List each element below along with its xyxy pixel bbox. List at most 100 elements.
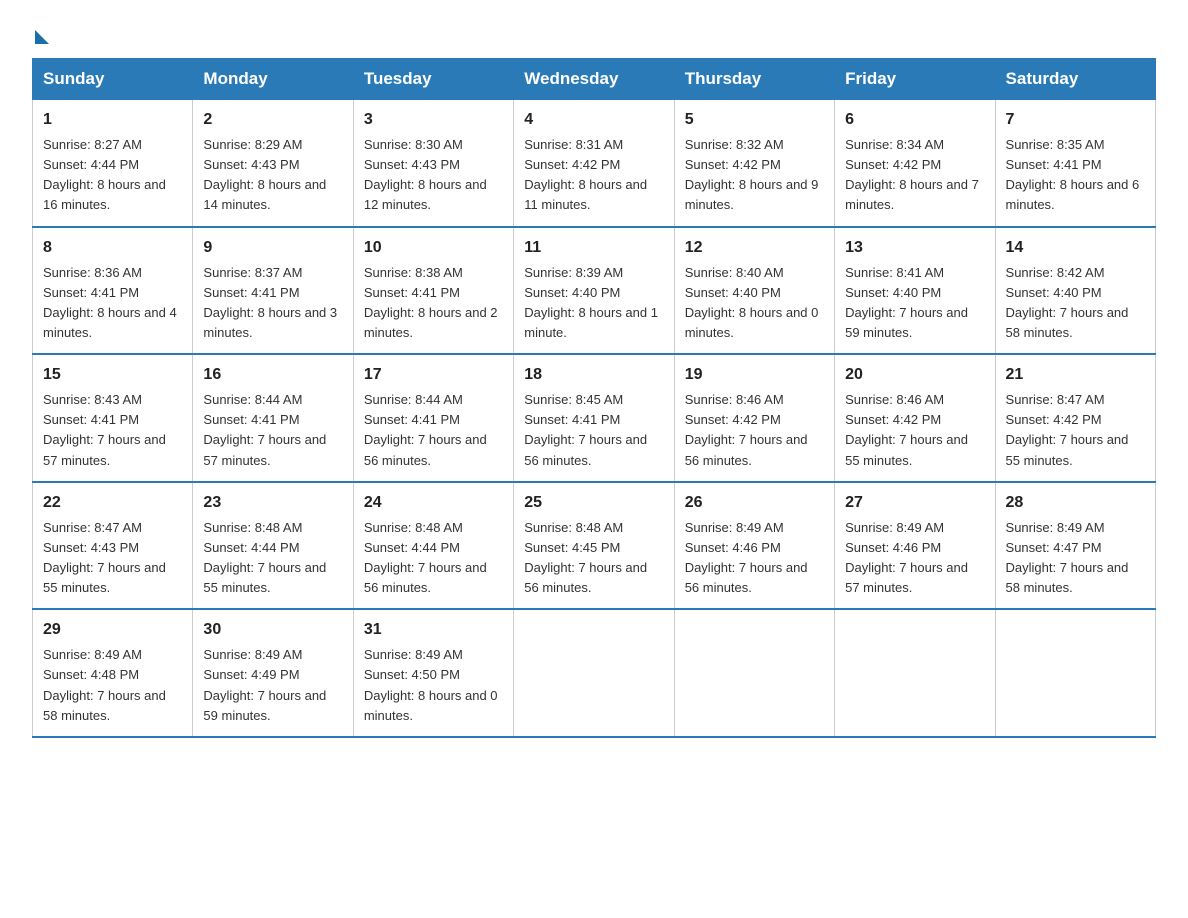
day-number: 9 — [203, 236, 342, 260]
calendar-cell — [674, 609, 834, 737]
day-info: Sunrise: 8:39 AMSunset: 4:40 PMDaylight:… — [524, 263, 663, 344]
day-number: 24 — [364, 491, 503, 515]
calendar-header-row: SundayMondayTuesdayWednesdayThursdayFrid… — [33, 59, 1156, 100]
day-info: Sunrise: 8:49 AMSunset: 4:46 PMDaylight:… — [685, 518, 824, 599]
calendar-header-saturday: Saturday — [995, 59, 1155, 100]
day-number: 15 — [43, 363, 182, 387]
calendar-cell: 5 Sunrise: 8:32 AMSunset: 4:42 PMDaylight… — [674, 100, 834, 227]
day-number: 28 — [1006, 491, 1145, 515]
calendar-cell: 16 Sunrise: 8:44 AMSunset: 4:41 PMDayligh… — [193, 354, 353, 482]
day-number: 7 — [1006, 108, 1145, 132]
calendar-cell: 2 Sunrise: 8:29 AMSunset: 4:43 PMDaylight… — [193, 100, 353, 227]
calendar-header-friday: Friday — [835, 59, 995, 100]
calendar-header-sunday: Sunday — [33, 59, 193, 100]
day-info: Sunrise: 8:47 AMSunset: 4:43 PMDaylight:… — [43, 518, 182, 599]
calendar-cell — [514, 609, 674, 737]
day-number: 25 — [524, 491, 663, 515]
calendar-cell: 10 Sunrise: 8:38 AMSunset: 4:41 PMDayligh… — [353, 227, 513, 355]
calendar-header-monday: Monday — [193, 59, 353, 100]
calendar-cell: 25 Sunrise: 8:48 AMSunset: 4:45 PMDayligh… — [514, 482, 674, 610]
day-number: 19 — [685, 363, 824, 387]
calendar-week-row: 1Sunrise: 8:27 AMSunset: 4:44 PMDaylight… — [33, 100, 1156, 227]
day-info: Sunrise: 8:49 AMSunset: 4:48 PMDaylight:… — [43, 645, 182, 726]
logo — [32, 24, 49, 40]
day-number: 27 — [845, 491, 984, 515]
day-info: Sunrise: 8:49 AMSunset: 4:46 PMDaylight:… — [845, 518, 984, 599]
calendar-cell: 9 Sunrise: 8:37 AMSunset: 4:41 PMDaylight… — [193, 227, 353, 355]
calendar-cell: 23 Sunrise: 8:48 AMSunset: 4:44 PMDayligh… — [193, 482, 353, 610]
day-number: 26 — [685, 491, 824, 515]
day-number: 23 — [203, 491, 342, 515]
day-info: Sunrise: 8:41 AMSunset: 4:40 PMDaylight:… — [845, 263, 984, 344]
calendar-cell: 24Sunrise: 8:48 AMSunset: 4:44 PMDayligh… — [353, 482, 513, 610]
day-info: Sunrise: 8:44 AMSunset: 4:41 PMDaylight:… — [203, 390, 342, 471]
calendar-header-wednesday: Wednesday — [514, 59, 674, 100]
day-number: 22 — [43, 491, 182, 515]
day-number: 11 — [524, 236, 663, 260]
day-info: Sunrise: 8:48 AMSunset: 4:44 PMDaylight:… — [203, 518, 342, 599]
day-info: Sunrise: 8:37 AMSunset: 4:41 PMDaylight:… — [203, 263, 342, 344]
calendar-week-row: 22 Sunrise: 8:47 AMSunset: 4:43 PMDayligh… — [33, 482, 1156, 610]
day-info: Sunrise: 8:35 AMSunset: 4:41 PMDaylight:… — [1006, 135, 1145, 216]
calendar-cell: 14 Sunrise: 8:42 AMSunset: 4:40 PMDayligh… — [995, 227, 1155, 355]
day-info: Sunrise: 8:30 AMSunset: 4:43 PMDaylight:… — [364, 135, 503, 216]
calendar-cell: 7 Sunrise: 8:35 AMSunset: 4:41 PMDaylight… — [995, 100, 1155, 227]
day-info: Sunrise: 8:48 AMSunset: 4:45 PMDaylight:… — [524, 518, 663, 599]
calendar-cell: 6Sunrise: 8:34 AMSunset: 4:42 PMDaylight… — [835, 100, 995, 227]
day-number: 5 — [685, 108, 824, 132]
calendar-cell: 20Sunrise: 8:46 AMSunset: 4:42 PMDayligh… — [835, 354, 995, 482]
calendar-cell: 22 Sunrise: 8:47 AMSunset: 4:43 PMDayligh… — [33, 482, 193, 610]
day-info: Sunrise: 8:29 AMSunset: 4:43 PMDaylight:… — [203, 135, 342, 216]
calendar-week-row: 15 Sunrise: 8:43 AMSunset: 4:41 PMDayligh… — [33, 354, 1156, 482]
day-info: Sunrise: 8:38 AMSunset: 4:41 PMDaylight:… — [364, 263, 503, 344]
day-number: 10 — [364, 236, 503, 260]
calendar-cell: 1Sunrise: 8:27 AMSunset: 4:44 PMDaylight… — [33, 100, 193, 227]
day-number: 29 — [43, 618, 182, 642]
calendar-cell: 29 Sunrise: 8:49 AMSunset: 4:48 PMDayligh… — [33, 609, 193, 737]
logo-top — [32, 24, 49, 44]
calendar-cell: 21 Sunrise: 8:47 AMSunset: 4:42 PMDayligh… — [995, 354, 1155, 482]
day-info: Sunrise: 8:43 AMSunset: 4:41 PMDaylight:… — [43, 390, 182, 471]
day-number: 21 — [1006, 363, 1145, 387]
day-number: 16 — [203, 363, 342, 387]
page-header — [32, 24, 1156, 40]
day-info: Sunrise: 8:44 AMSunset: 4:41 PMDaylight:… — [364, 390, 503, 471]
day-info: Sunrise: 8:45 AMSunset: 4:41 PMDaylight:… — [524, 390, 663, 471]
day-number: 17 — [364, 363, 503, 387]
day-number: 6 — [845, 108, 984, 132]
calendar-cell: 30Sunrise: 8:49 AMSunset: 4:49 PMDayligh… — [193, 609, 353, 737]
day-number: 31 — [364, 618, 503, 642]
day-number: 12 — [685, 236, 824, 260]
calendar-cell: 31Sunrise: 8:49 AMSunset: 4:50 PMDayligh… — [353, 609, 513, 737]
calendar-header-thursday: Thursday — [674, 59, 834, 100]
day-number: 13 — [845, 236, 984, 260]
day-number: 2 — [203, 108, 342, 132]
logo-arrow-icon — [35, 30, 49, 44]
calendar-week-row: 8 Sunrise: 8:36 AMSunset: 4:41 PMDaylight… — [33, 227, 1156, 355]
calendar-cell: 27 Sunrise: 8:49 AMSunset: 4:46 PMDayligh… — [835, 482, 995, 610]
calendar-cell: 18Sunrise: 8:45 AMSunset: 4:41 PMDayligh… — [514, 354, 674, 482]
calendar-cell: 12 Sunrise: 8:40 AMSunset: 4:40 PMDayligh… — [674, 227, 834, 355]
day-info: Sunrise: 8:46 AMSunset: 4:42 PMDaylight:… — [685, 390, 824, 471]
calendar-cell: 4 Sunrise: 8:31 AMSunset: 4:42 PMDaylight… — [514, 100, 674, 227]
day-info: Sunrise: 8:40 AMSunset: 4:40 PMDaylight:… — [685, 263, 824, 344]
calendar-cell: 17 Sunrise: 8:44 AMSunset: 4:41 PMDayligh… — [353, 354, 513, 482]
day-number: 8 — [43, 236, 182, 260]
calendar-week-row: 29 Sunrise: 8:49 AMSunset: 4:48 PMDayligh… — [33, 609, 1156, 737]
day-info: Sunrise: 8:32 AMSunset: 4:42 PMDaylight:… — [685, 135, 824, 216]
day-info: Sunrise: 8:36 AMSunset: 4:41 PMDaylight:… — [43, 263, 182, 344]
day-info: Sunrise: 8:47 AMSunset: 4:42 PMDaylight:… — [1006, 390, 1145, 471]
day-info: Sunrise: 8:31 AMSunset: 4:42 PMDaylight:… — [524, 135, 663, 216]
calendar-table: SundayMondayTuesdayWednesdayThursdayFrid… — [32, 58, 1156, 738]
day-number: 3 — [364, 108, 503, 132]
day-number: 14 — [1006, 236, 1145, 260]
calendar-cell: 28Sunrise: 8:49 AMSunset: 4:47 PMDayligh… — [995, 482, 1155, 610]
day-info: Sunrise: 8:42 AMSunset: 4:40 PMDaylight:… — [1006, 263, 1145, 344]
day-number: 4 — [524, 108, 663, 132]
calendar-cell: 15 Sunrise: 8:43 AMSunset: 4:41 PMDayligh… — [33, 354, 193, 482]
calendar-cell: 13 Sunrise: 8:41 AMSunset: 4:40 PMDayligh… — [835, 227, 995, 355]
day-info: Sunrise: 8:46 AMSunset: 4:42 PMDaylight:… — [845, 390, 984, 471]
calendar-cell: 26 Sunrise: 8:49 AMSunset: 4:46 PMDayligh… — [674, 482, 834, 610]
calendar-cell: 8 Sunrise: 8:36 AMSunset: 4:41 PMDaylight… — [33, 227, 193, 355]
day-info: Sunrise: 8:27 AMSunset: 4:44 PMDaylight:… — [43, 135, 182, 216]
